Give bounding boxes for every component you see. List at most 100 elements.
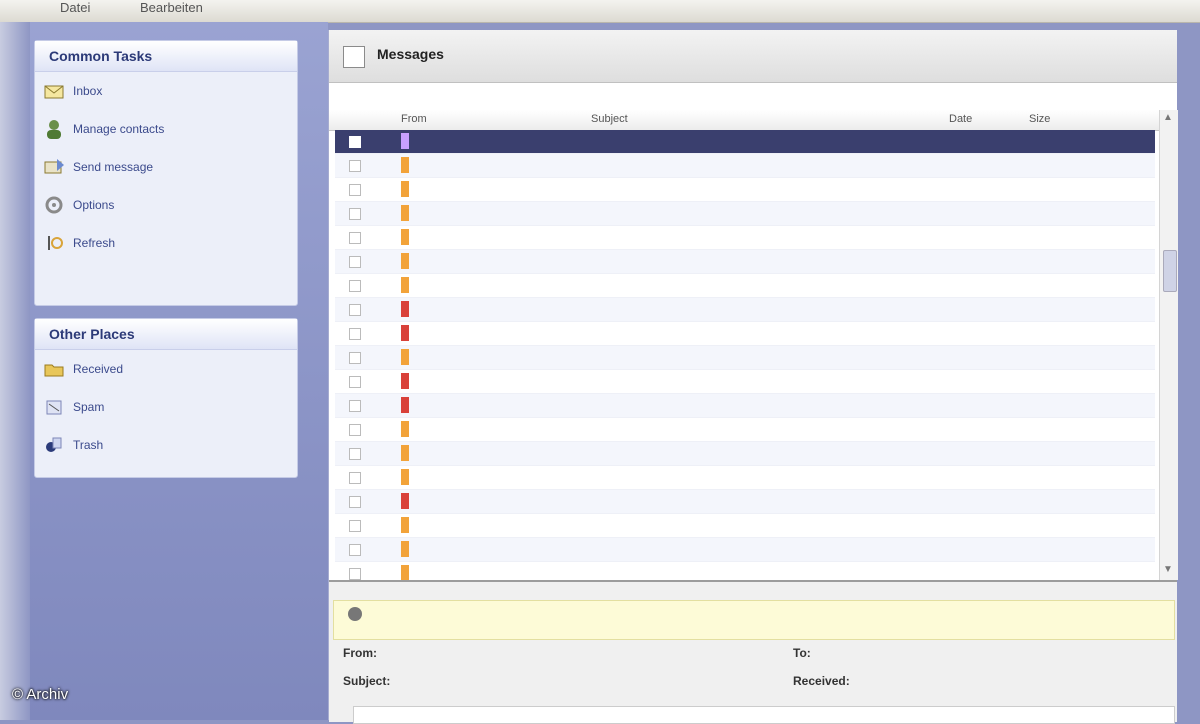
window-left-edge: [0, 22, 30, 720]
row-checkbox[interactable]: [349, 352, 361, 364]
row-checkbox[interactable]: [349, 400, 361, 412]
row-checkbox[interactable]: [349, 232, 361, 244]
column-header-subject[interactable]: Subject: [591, 113, 628, 125]
sidebar-item-label: Options: [73, 198, 115, 212]
row-checkbox[interactable]: [349, 160, 361, 172]
column-header-row: From Subject Date Size: [329, 110, 1159, 131]
row-checkbox[interactable]: [349, 256, 361, 268]
scrollbar[interactable]: ▲ ▼: [1159, 110, 1178, 580]
menu-bar: Datei Bearbeiten: [0, 0, 1200, 23]
row-checkbox[interactable]: [349, 496, 361, 508]
table-row[interactable]: [335, 154, 1155, 178]
row-checkbox[interactable]: [349, 520, 361, 532]
row-checkbox[interactable]: [349, 136, 361, 148]
row-checkbox[interactable]: [349, 328, 361, 340]
panel-title: Other Places: [35, 319, 297, 350]
row-checkbox[interactable]: [349, 280, 361, 292]
flag-icon[interactable]: [401, 469, 409, 485]
gear-icon: [43, 194, 65, 216]
row-checkbox[interactable]: [349, 424, 361, 436]
row-checkbox[interactable]: [349, 544, 361, 556]
scroll-down-icon[interactable]: ▼: [1163, 564, 1175, 576]
message-list: [335, 130, 1155, 586]
row-checkbox[interactable]: [349, 304, 361, 316]
flag-icon[interactable]: [401, 373, 409, 389]
table-row[interactable]: [335, 226, 1155, 250]
column-header-date[interactable]: Date: [949, 113, 972, 125]
table-row[interactable]: [335, 466, 1155, 490]
flag-icon[interactable]: [401, 565, 409, 581]
row-checkbox[interactable]: [349, 448, 361, 460]
flag-icon[interactable]: [401, 301, 409, 317]
row-checkbox[interactable]: [349, 376, 361, 388]
message-body[interactable]: [353, 706, 1175, 724]
table-row[interactable]: [335, 514, 1155, 538]
message-headers: From: To: Subject: Received:: [333, 642, 1173, 702]
message-list-pane: Messages From Subject Date Size ▲ ▼ From…: [328, 30, 1178, 724]
refresh-icon: [43, 232, 65, 254]
table-row[interactable]: [335, 394, 1155, 418]
flag-icon[interactable]: [401, 517, 409, 533]
table-row[interactable]: [335, 250, 1155, 274]
table-row[interactable]: [335, 298, 1155, 322]
flag-icon[interactable]: [401, 229, 409, 245]
table-row[interactable]: [335, 202, 1155, 226]
other-places-panel: Other Places Received Spam Trash: [34, 318, 298, 478]
sidebar-item-options[interactable]: Options: [35, 186, 297, 224]
table-row[interactable]: [335, 370, 1155, 394]
sidebar-item-inbox[interactable]: Inbox: [35, 72, 297, 110]
flag-icon[interactable]: [401, 181, 409, 197]
mail-icon: [43, 80, 65, 102]
sidebar: Common Tasks Inbox Manage contacts Send …: [30, 22, 328, 720]
row-checkbox[interactable]: [349, 208, 361, 220]
table-row[interactable]: [335, 346, 1155, 370]
row-checkbox[interactable]: [349, 568, 361, 580]
menu-item-edit[interactable]: Bearbeiten: [140, 0, 203, 16]
sidebar-item-label: Spam: [73, 400, 105, 414]
table-row[interactable]: [335, 538, 1155, 562]
table-row[interactable]: [335, 274, 1155, 298]
sidebar-item-label: Received: [73, 362, 124, 376]
sidebar-item-spam[interactable]: Spam: [35, 388, 297, 426]
flag-icon[interactable]: [401, 325, 409, 341]
table-row[interactable]: [335, 130, 1155, 154]
info-bar: [333, 600, 1175, 640]
row-checkbox[interactable]: [349, 472, 361, 484]
table-row[interactable]: [335, 442, 1155, 466]
document-icon: [343, 46, 365, 68]
flag-icon[interactable]: [401, 541, 409, 557]
scrollbar-thumb[interactable]: [1163, 250, 1177, 292]
flag-icon[interactable]: [401, 253, 409, 269]
menu-item-file[interactable]: Datei: [60, 0, 90, 16]
sidebar-item-received[interactable]: Received: [35, 350, 297, 388]
flag-icon[interactable]: [401, 133, 409, 149]
sidebar-item-send[interactable]: Send message: [35, 148, 297, 186]
spam-icon: [43, 396, 65, 418]
flag-icon[interactable]: [401, 421, 409, 437]
column-header-from[interactable]: From: [401, 113, 427, 125]
flag-icon[interactable]: [401, 277, 409, 293]
flag-icon[interactable]: [401, 397, 409, 413]
table-row[interactable]: [335, 178, 1155, 202]
common-tasks-panel: Common Tasks Inbox Manage contacts Send …: [34, 40, 298, 306]
flag-icon[interactable]: [401, 493, 409, 509]
table-row[interactable]: [335, 490, 1155, 514]
sidebar-item-trash[interactable]: Trash: [35, 426, 297, 464]
flag-icon[interactable]: [401, 445, 409, 461]
table-row[interactable]: [335, 322, 1155, 346]
from-label: From:: [343, 646, 377, 660]
flag-icon[interactable]: [401, 157, 409, 173]
sidebar-item-refresh[interactable]: Refresh: [35, 224, 297, 262]
flag-icon[interactable]: [401, 349, 409, 365]
scroll-up-icon[interactable]: ▲: [1163, 112, 1175, 124]
column-header-size[interactable]: Size: [1029, 113, 1050, 125]
sidebar-item-contacts[interactable]: Manage contacts: [35, 110, 297, 148]
sidebar-item-label: Inbox: [73, 84, 103, 98]
row-checkbox[interactable]: [349, 184, 361, 196]
trash-icon: [43, 434, 65, 456]
subject-label: Subject:: [343, 674, 391, 688]
table-row[interactable]: [335, 418, 1155, 442]
folder-title: Messages: [377, 46, 444, 62]
contact-icon: [43, 118, 65, 140]
flag-icon[interactable]: [401, 205, 409, 221]
